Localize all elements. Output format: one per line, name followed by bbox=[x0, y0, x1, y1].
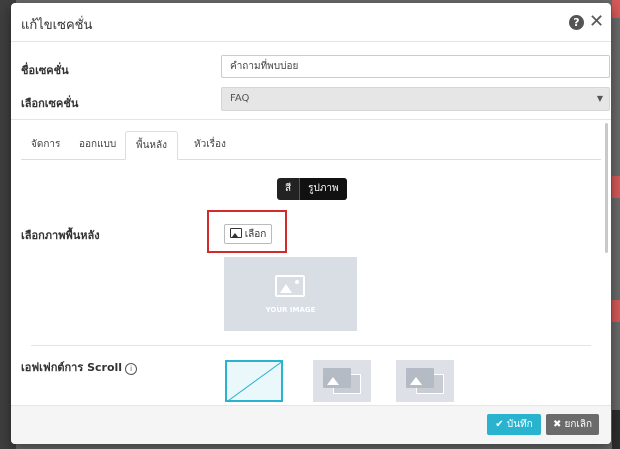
choose-background-label: เลือกภาพพื้นหลัง bbox=[21, 229, 100, 242]
placeholder-text: YOUR IMAGE bbox=[265, 306, 316, 314]
modal-header: แก้ไขเซคชั่น ? ✕ bbox=[11, 3, 611, 42]
edit-section-modal: แก้ไขเซคชั่น ? ✕ ชื่อเซคชั่น คำถามที่พบบ… bbox=[11, 3, 611, 444]
toggle-image-button[interactable]: รูปภาพ bbox=[299, 178, 347, 200]
scroll-option-fixed[interactable] bbox=[396, 360, 454, 402]
section-name-input[interactable]: คำถามที่พบบ่อย bbox=[221, 55, 610, 78]
background-accent bbox=[612, 176, 620, 198]
close-icon[interactable]: ✕ bbox=[589, 11, 604, 32]
save-button[interactable]: ✔ บันทึก bbox=[487, 414, 541, 435]
background-accent bbox=[612, 0, 620, 18]
tab-manage[interactable]: จัดการ bbox=[21, 131, 70, 158]
chevron-down-icon: ▼ bbox=[596, 94, 603, 103]
modal-footer: ✔ บันทึก ✖ ยกเลิก bbox=[11, 405, 611, 444]
tab-heading[interactable]: หัวเรื่อง bbox=[184, 131, 236, 158]
modal-scrollbar[interactable] bbox=[605, 123, 608, 253]
info-icon[interactable]: i bbox=[125, 363, 138, 375]
tab-background[interactable]: พื้นหลัง bbox=[125, 131, 179, 160]
background-block bbox=[612, 410, 620, 449]
section-name-label: ชื่อเซคชั่น bbox=[21, 64, 69, 77]
background-type-toggle: สี รูปภาพ bbox=[277, 178, 347, 200]
image-icon bbox=[229, 228, 242, 238]
cancel-button[interactable]: ✖ ยกเลิก bbox=[546, 414, 599, 435]
toggle-color-button[interactable]: สี bbox=[277, 178, 299, 200]
tab-design[interactable]: ออกแบบ bbox=[69, 131, 126, 158]
help-icon[interactable]: ? bbox=[569, 15, 584, 30]
divider bbox=[31, 345, 591, 346]
background-image-preview: YOUR IMAGE bbox=[224, 257, 357, 331]
scroll-effect-label: เอฟเฟกต์การ Scroll i bbox=[21, 358, 138, 376]
modal-title: แก้ไขเซคชั่น bbox=[21, 18, 93, 33]
image-icon bbox=[406, 368, 434, 388]
background-accent bbox=[612, 300, 620, 322]
select-section-label: เลือกเซคชั่น bbox=[21, 97, 79, 110]
scroll-option-parallax[interactable] bbox=[313, 360, 371, 402]
section-select[interactable]: FAQ ▼ bbox=[221, 87, 610, 111]
none-slash-icon bbox=[227, 362, 281, 400]
choose-image-label: เลือก bbox=[244, 229, 267, 240]
image-icon bbox=[323, 368, 351, 388]
scroll-option-none[interactable] bbox=[225, 360, 283, 402]
scroll-effect-label-text: เอฟเฟกต์การ Scroll bbox=[21, 361, 123, 374]
section-select-value: FAQ bbox=[230, 93, 250, 104]
tab-bar: จัดการ ออกแบบ พื้นหลัง หัวเรื่อง bbox=[21, 131, 601, 160]
choose-image-button[interactable]: เลือก bbox=[224, 224, 272, 244]
image-placeholder-icon bbox=[275, 275, 305, 297]
divider bbox=[11, 119, 611, 120]
